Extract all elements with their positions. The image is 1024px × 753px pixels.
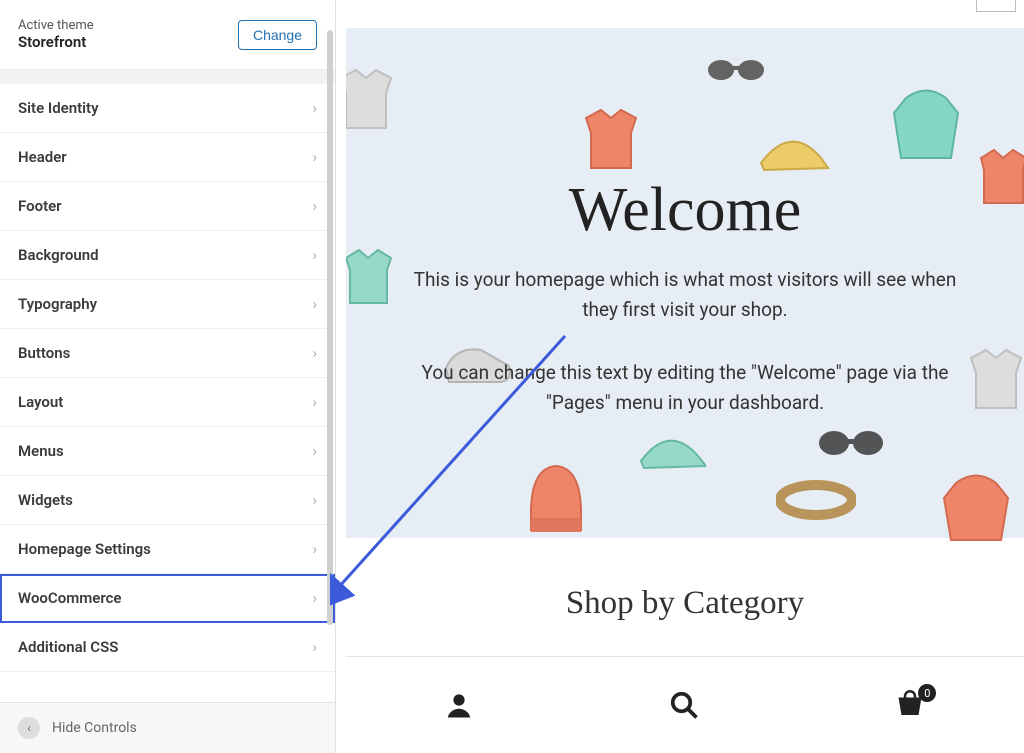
mobile-bottom-nav: 0 (346, 656, 1024, 753)
menu-item-footer[interactable]: Footer › (0, 182, 335, 231)
chevron-right-icon: › (312, 540, 317, 558)
customizer-menu: Site Identity › Header › Footer › Backgr… (0, 84, 335, 702)
menu-item-homepage-settings[interactable]: Homepage Settings › (0, 525, 335, 574)
change-theme-button[interactable]: Change (238, 20, 317, 50)
menu-item-label: Widgets (18, 491, 73, 509)
tshirt-icon (576, 108, 646, 178)
hero-title: Welcome (346, 175, 1024, 246)
menu-item-label: Additional CSS (18, 638, 118, 656)
hide-controls-button[interactable]: ‹ Hide Controls (0, 702, 335, 753)
menu-item-label: Layout (18, 393, 63, 411)
cart-badge: 0 (918, 684, 936, 702)
tshirt-icon (346, 68, 396, 138)
menu-item-background[interactable]: Background › (0, 231, 335, 280)
menu-item-label: Menus (18, 442, 64, 460)
customizer-sidebar: Active theme Storefront Change Site Iden… (0, 0, 336, 753)
beanie-icon (521, 458, 591, 538)
active-theme-name: Storefront (18, 33, 94, 51)
belt-icon (776, 478, 856, 523)
menu-item-label: Site Identity (18, 99, 99, 117)
search-icon[interactable] (669, 690, 699, 720)
menu-item-label: Homepage Settings (18, 540, 151, 558)
menu-item-typography[interactable]: Typography › (0, 280, 335, 329)
menu-item-header[interactable]: Header › (0, 133, 335, 182)
hoodie-icon (936, 468, 1016, 548)
menu-item-label: Typography (18, 295, 97, 313)
cart-icon[interactable]: 0 (894, 690, 926, 720)
menu-item-label: Footer (18, 197, 62, 215)
menu-item-buttons[interactable]: Buttons › (0, 329, 335, 378)
chevron-left-icon: ‹ (18, 717, 40, 739)
chevron-right-icon: › (312, 589, 317, 607)
hero-paragraph-1: This is your homepage which is what most… (346, 265, 1024, 326)
sidebar-spacer (0, 70, 335, 84)
cap-icon (636, 428, 706, 480)
scrollbar-thumb[interactable] (327, 30, 333, 625)
menu-item-label: Header (18, 148, 67, 166)
chevron-right-icon: › (312, 344, 317, 362)
chevron-right-icon: › (312, 99, 317, 117)
chevron-right-icon: › (312, 638, 317, 656)
hoodie-icon (886, 83, 966, 168)
menu-item-additional-css[interactable]: Additional CSS › (0, 623, 335, 672)
menu-item-woocommerce[interactable]: WooCommerce › (0, 574, 335, 623)
chevron-right-icon: › (312, 246, 317, 264)
chevron-right-icon: › (312, 295, 317, 313)
sunglasses-icon (816, 426, 886, 460)
menu-item-menus[interactable]: Menus › (0, 427, 335, 476)
menu-item-widgets[interactable]: Widgets › (0, 476, 335, 525)
menu-item-site-identity[interactable]: Site Identity › (0, 84, 335, 133)
chevron-right-icon: › (312, 148, 317, 166)
preview-top-corner-box (976, 0, 1016, 12)
hero-paragraph-2: You can change this text by editing the … (346, 358, 1024, 419)
chevron-right-icon: › (312, 393, 317, 411)
active-theme-header: Active theme Storefront Change (0, 0, 335, 70)
active-theme-label: Active theme (18, 18, 94, 33)
section-title: Shop by Category (346, 585, 1024, 622)
chevron-right-icon: › (312, 197, 317, 215)
menu-item-label: WooCommerce (18, 589, 122, 607)
site-preview: Welcome This is your homepage which is w… (346, 0, 1024, 753)
chevron-right-icon: › (312, 491, 317, 509)
menu-item-label: Buttons (18, 344, 70, 362)
hide-controls-label: Hide Controls (52, 720, 137, 736)
sunglasses-icon (706, 56, 766, 84)
chevron-right-icon: › (312, 442, 317, 460)
menu-item-label: Background (18, 246, 99, 264)
menu-item-layout[interactable]: Layout › (0, 378, 335, 427)
account-icon[interactable] (444, 690, 474, 720)
